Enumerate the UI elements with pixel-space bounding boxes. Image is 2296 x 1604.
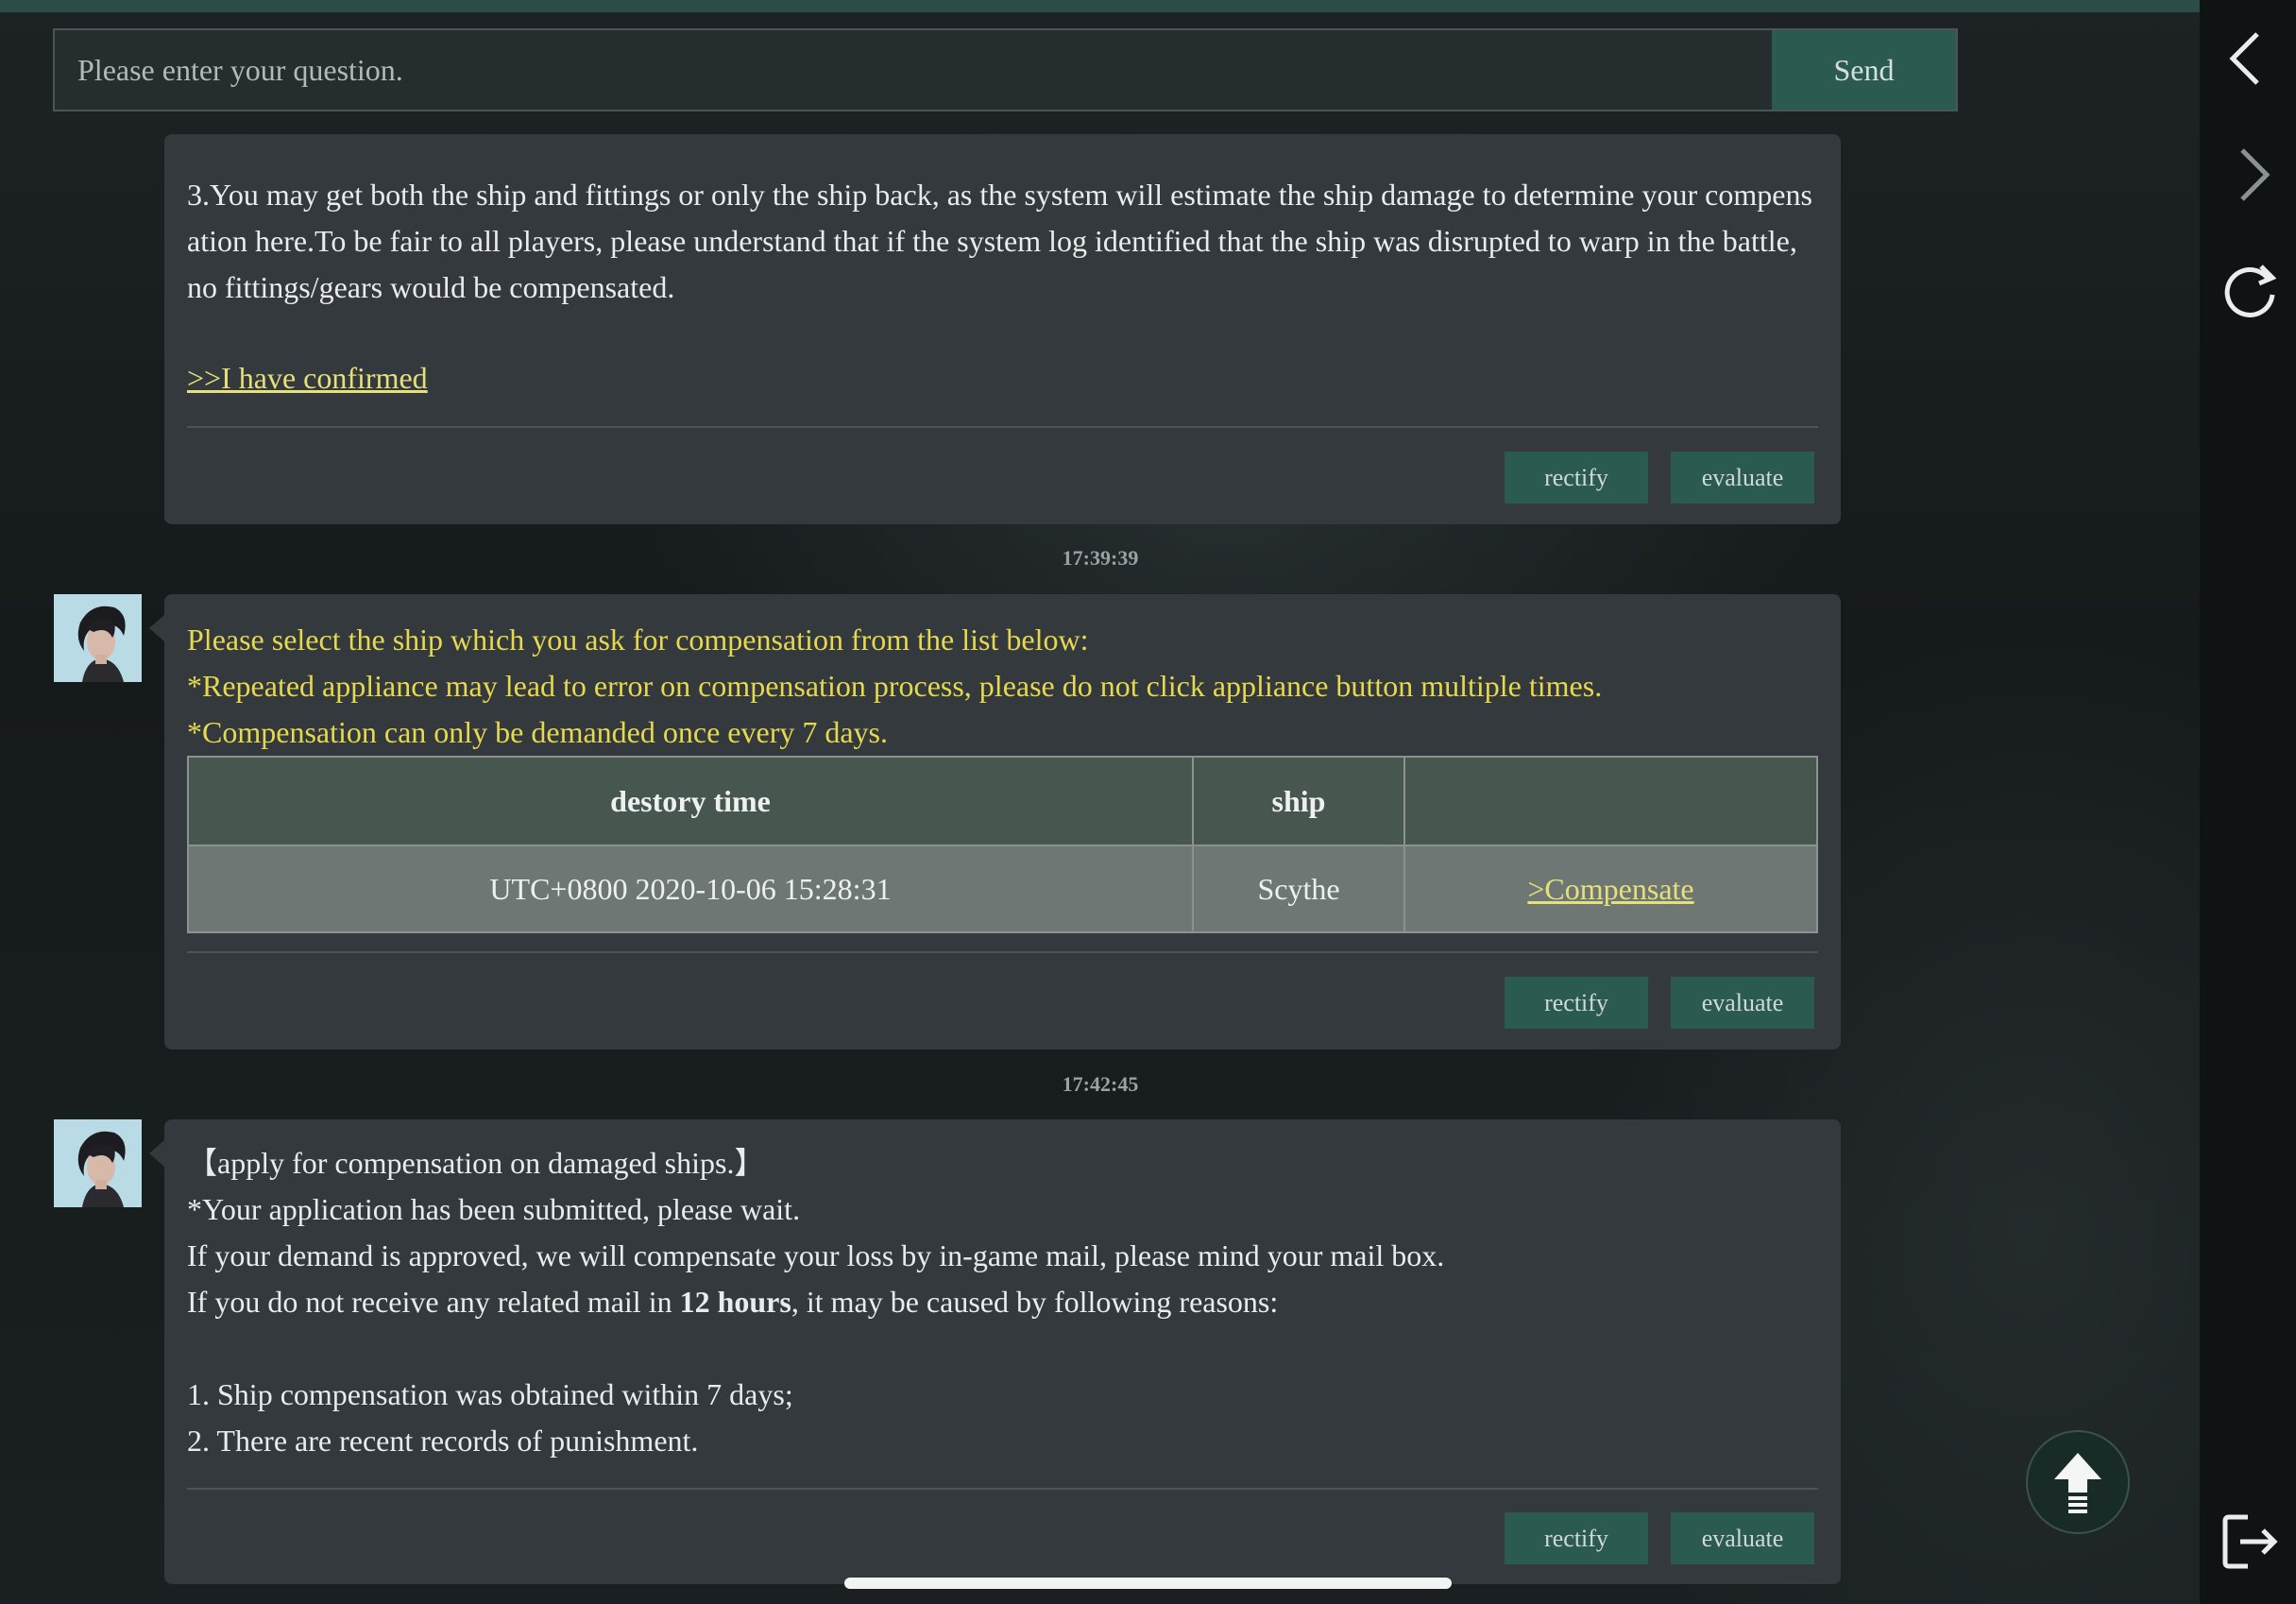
rectify-button[interactable]: rectify: [1505, 977, 1648, 1029]
evaluate-button[interactable]: evaluate: [1671, 1512, 1814, 1564]
message-text: 3.You may get both the ship and fittings…: [187, 178, 1812, 304]
compensate-link[interactable]: >Compensate: [1527, 872, 1693, 906]
message-bubble: Please select the ship which you ask for…: [149, 594, 1841, 1049]
scroll-to-top-button[interactable]: [2026, 1430, 2130, 1534]
reason-item: 1. Ship compensation was obtained within…: [187, 1377, 793, 1411]
reason-item: 2. There are recent records of punishmen…: [187, 1424, 699, 1458]
message-line: If your demand is approved, we will comp…: [187, 1238, 1445, 1272]
back-arrow-icon[interactable]: [2219, 28, 2280, 94]
divider: [187, 951, 1818, 953]
message-bubble: 【apply for compensation on damaged ships…: [149, 1119, 1841, 1584]
warning-line: *Repeated appliance may lead to error on…: [187, 669, 1603, 703]
agent-avatar-icon: [54, 1119, 142, 1207]
message-line: *Your application has been submitted, pl…: [187, 1192, 801, 1226]
question-input[interactable]: [55, 30, 1793, 110]
rectify-button[interactable]: rectify: [1505, 1512, 1648, 1564]
evaluate-button[interactable]: evaluate: [1671, 977, 1814, 1029]
column-header-action: [1403, 756, 1818, 846]
warning-line: *Compensation can only be demanded once …: [187, 715, 888, 749]
message-title: 【apply for compensation on damaged ships…: [187, 1146, 765, 1180]
side-toolbar: [2200, 0, 2296, 1604]
divider: [187, 1488, 1818, 1490]
ship-cell: Scythe: [1192, 845, 1405, 933]
agent-avatar-icon: [54, 594, 142, 682]
arrow-up-icon: [2054, 1453, 2101, 1513]
bold-duration: 12 hours: [679, 1285, 791, 1319]
table-row: UTC+0800 2020-10-06 15:28:31 Scythe >Com…: [187, 845, 1818, 933]
agent-avatar: [54, 594, 142, 682]
divider: [187, 426, 1818, 428]
forward-arrow-icon[interactable]: [2219, 145, 2280, 210]
exit-icon[interactable]: [2219, 1511, 2280, 1577]
message-timestamp: 17:39:39: [1062, 546, 1139, 570]
message-line: If you do not receive any related mail i…: [187, 1285, 1279, 1319]
column-header-destroy-time: destory time: [187, 756, 1194, 846]
destroy-time-cell: UTC+0800 2020-10-06 15:28:31: [187, 845, 1194, 933]
home-indicator: [844, 1578, 1452, 1589]
refresh-icon[interactable]: [2219, 261, 2280, 326]
message-bubble: 3.You may get both the ship and fittings…: [164, 134, 1841, 524]
question-input-bar: Send: [53, 28, 1958, 111]
ship-table: destory time ship UTC+0800 2020-10-06 15…: [187, 756, 1818, 933]
confirm-link[interactable]: >>I have confirmed: [187, 361, 428, 395]
instruction-line: Please select the ship which you ask for…: [187, 623, 1089, 657]
top-strip: [0, 0, 2200, 12]
rectify-button[interactable]: rectify: [1505, 452, 1648, 503]
message-timestamp: 17:42:45: [1062, 1072, 1139, 1096]
evaluate-button[interactable]: evaluate: [1671, 452, 1814, 503]
send-button[interactable]: Send: [1772, 30, 1956, 110]
column-header-ship: ship: [1192, 756, 1405, 846]
agent-avatar: [54, 1119, 142, 1207]
